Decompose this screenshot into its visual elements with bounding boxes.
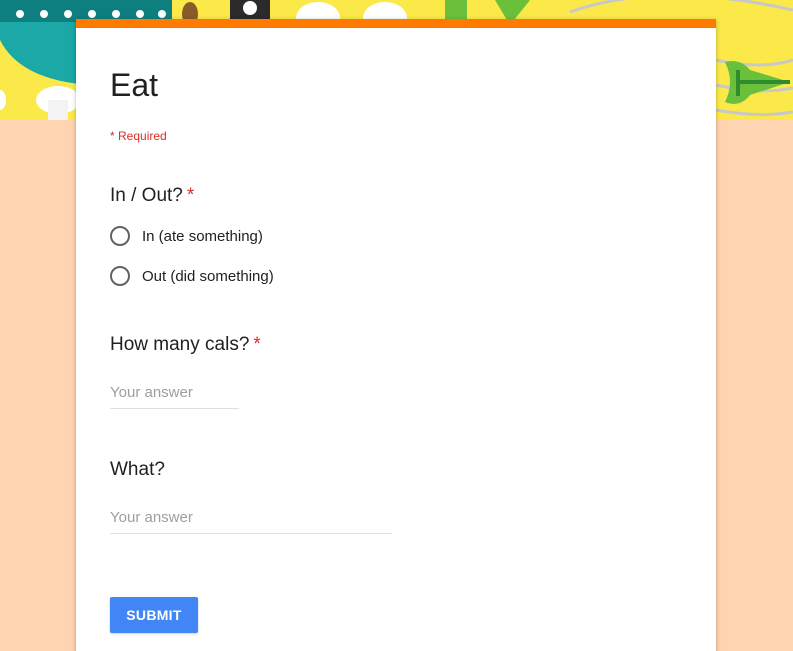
question-label: How many cals? — [110, 334, 250, 355]
question-calories-title: How many cals? * — [110, 334, 261, 356]
what-input[interactable] — [110, 505, 392, 534]
radio-label: Out (did something) — [142, 267, 274, 285]
calories-input[interactable] — [110, 380, 239, 409]
form-card: Eat * Required In / Out? * In (ate someth… — [76, 19, 716, 651]
radio-label: In (ate something) — [142, 227, 263, 245]
required-asterisk: * — [253, 334, 261, 355]
required-asterisk: * — [186, 185, 195, 206]
radio-button-icon[interactable] — [110, 226, 130, 246]
question-in-out-title: In / Out? * — [110, 185, 194, 207]
question-what-title: What? — [110, 459, 165, 481]
submit-button[interactable]: SUBMIT — [110, 597, 198, 633]
radio-option-out[interactable]: Out (did something) — [110, 266, 274, 286]
broccoli-icon — [725, 61, 790, 104]
mushroom-icon-left — [0, 90, 6, 110]
radio-option-in[interactable]: In (ate something) — [110, 226, 263, 246]
mushroom-icon — [36, 86, 80, 120]
question-label: What? — [110, 459, 165, 480]
question-label: In / Out? — [110, 185, 183, 206]
required-note: * Required — [110, 129, 167, 143]
form-title: Eat — [110, 67, 159, 103]
radio-button-icon[interactable] — [110, 266, 130, 286]
